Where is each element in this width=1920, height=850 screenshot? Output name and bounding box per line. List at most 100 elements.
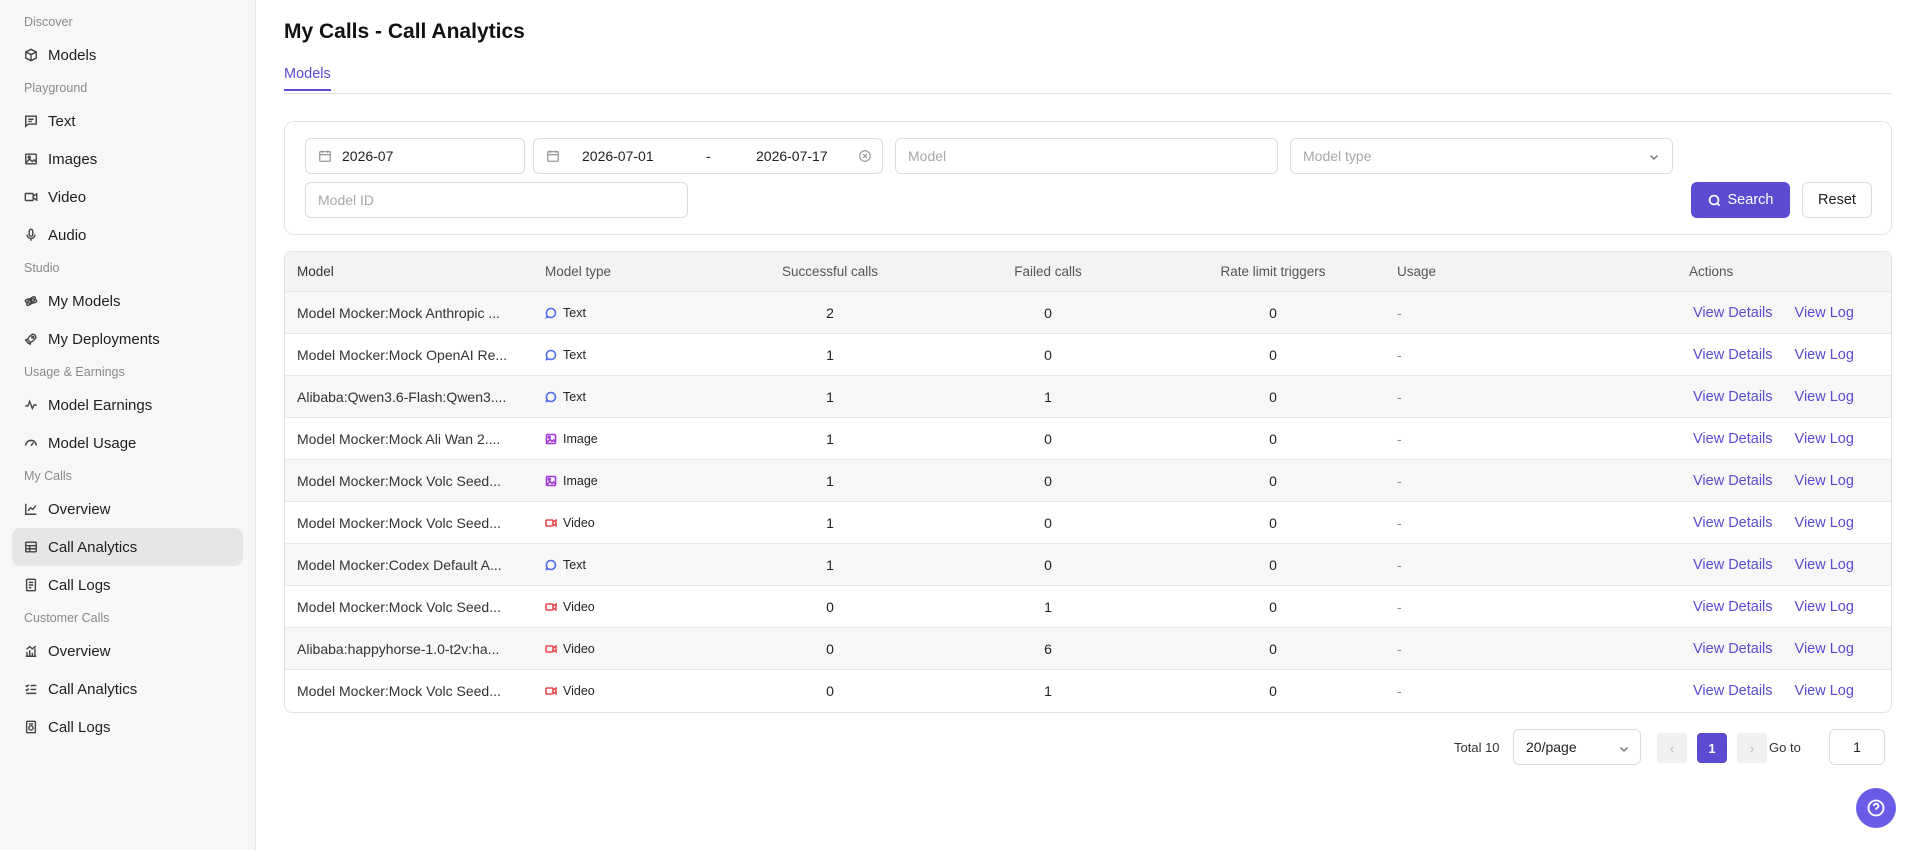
cell-rate-limit-triggers: 0: [1269, 430, 1277, 447]
table-row: Model Mocker:Mock Anthropic ... Text 2 0 0 - V…: [285, 292, 1891, 334]
date-separator: -: [706, 148, 711, 164]
cell-usage: -: [1397, 346, 1402, 363]
view-log-link[interactable]: View Log: [1795, 473, 1854, 489]
view-log-link[interactable]: View Log: [1795, 557, 1854, 573]
calendar-icon: [546, 149, 560, 163]
reset-button[interactable]: Reset: [1802, 182, 1872, 218]
sidebar-item-video[interactable]: Video: [12, 178, 243, 216]
cell-model: Model Mocker:Mock OpenAI Re...: [297, 346, 508, 363]
model-placeholder: Model: [908, 148, 947, 164]
video-icon: [24, 190, 38, 204]
cell-actions: View Details View Log: [1689, 515, 1891, 531]
model-type-label: Video: [563, 515, 595, 530]
page-size-select[interactable]: 20/page: [1513, 729, 1641, 765]
sidebar-item-label: My Models: [48, 292, 121, 310]
call-analytics-table: Model Model type Successful calls Failed…: [284, 251, 1892, 713]
sidebar-item-label: Overview: [48, 500, 111, 518]
cell-model-type: Text: [533, 390, 721, 404]
cell-successful-calls: 0: [826, 598, 834, 615]
cell-actions: View Details View Log: [1689, 473, 1891, 489]
sidebar-item-audio[interactable]: Audio: [12, 216, 243, 254]
sidebar-item-model-usage[interactable]: Model Usage: [12, 424, 243, 462]
table-row: Model Mocker:Mock Volc Seed... Video 0 1 0 - V…: [285, 670, 1891, 712]
view-log-link[interactable]: View Log: [1795, 599, 1854, 615]
sidebar-item-my-calls-call-logs[interactable]: Call Logs: [12, 566, 243, 604]
cell-failed-calls: 0: [1044, 346, 1052, 363]
view-details-link[interactable]: View Details: [1693, 389, 1773, 405]
view-details-link[interactable]: View Details: [1693, 557, 1773, 573]
view-details-link[interactable]: View Details: [1693, 305, 1773, 321]
view-details-link[interactable]: View Details: [1693, 683, 1773, 699]
sidebar-item-label: Call Analytics: [48, 538, 138, 556]
sidebar-item-customer-calls-call-analytics[interactable]: Call Analytics: [12, 670, 243, 708]
search-button-label: Search: [1727, 192, 1774, 208]
date-start[interactable]: 2026-07-01: [582, 148, 654, 164]
sidebar-item-my-calls-call-analytics[interactable]: Call Analytics: [12, 528, 243, 566]
video-icon: [545, 601, 557, 613]
model-type-label: Text: [563, 557, 586, 572]
view-log-link[interactable]: View Log: [1795, 641, 1854, 657]
sidebar-item-model-earnings[interactable]: Model Earnings: [12, 386, 243, 424]
view-details-link[interactable]: View Details: [1693, 431, 1773, 447]
tab-models[interactable]: Models: [284, 66, 331, 91]
month-picker[interactable]: 2026-07: [305, 138, 525, 174]
goto-page-input[interactable]: 1: [1829, 729, 1885, 765]
clear-circle-icon[interactable]: [858, 149, 872, 163]
view-details-link[interactable]: View Details: [1693, 473, 1773, 489]
date-range-picker[interactable]: 2026-07-01 - 2026-07-17: [533, 138, 883, 174]
cell-usage: -: [1397, 388, 1402, 405]
search-button[interactable]: Search: [1691, 182, 1790, 218]
table-body: Model Mocker:Mock Anthropic ... Text 2 0 0 - V…: [285, 292, 1891, 712]
cube-icon: [24, 48, 38, 62]
sidebar-item-my-deployments[interactable]: My Deployments: [12, 320, 243, 358]
cell-rate-limit-triggers: 0: [1269, 556, 1277, 573]
view-details-link[interactable]: View Details: [1693, 347, 1773, 363]
sidebar-item-label: Call Analytics: [48, 680, 138, 698]
sidebar-item-label: Call Logs: [48, 576, 111, 594]
model-id-input[interactable]: Model ID: [305, 182, 688, 218]
video-icon: [545, 517, 557, 529]
cell-rate-limit-triggers: 0: [1269, 472, 1277, 489]
sidebar-item-label: Model Usage: [48, 434, 137, 452]
model-type-select[interactable]: Model type: [1290, 138, 1673, 174]
view-log-link[interactable]: View Log: [1795, 515, 1854, 531]
view-details-link[interactable]: View Details: [1693, 599, 1773, 615]
view-log-link[interactable]: View Log: [1795, 431, 1854, 447]
sidebar-item-label: Video: [48, 188, 87, 206]
cell-model-type: Text: [533, 348, 721, 362]
message-circle-icon: [545, 307, 557, 319]
table-row: Model Mocker:Mock Ali Wan 2.... Image 1 0 0 -…: [285, 418, 1891, 460]
help-button[interactable]: [1856, 788, 1896, 828]
sidebar-item-label: Overview: [48, 642, 111, 660]
view-log-link[interactable]: View Log: [1795, 683, 1854, 699]
view-details-link[interactable]: View Details: [1693, 515, 1773, 531]
view-log-link[interactable]: View Log: [1795, 305, 1854, 321]
table-row: Alibaba:happyhorse-1.0-t2v:ha... Video 0 6 0…: [285, 628, 1891, 670]
log-ring-icon: [24, 720, 38, 734]
sidebar-item-my-models[interactable]: My Models: [12, 282, 243, 320]
line-chart-icon: [24, 502, 38, 516]
prev-page-button[interactable]: ‹: [1657, 733, 1687, 763]
col-failed-calls: Failed calls: [1014, 264, 1082, 279]
cell-failed-calls: 0: [1044, 304, 1052, 321]
date-end[interactable]: 2026-07-17: [756, 148, 828, 164]
table-row: Model Mocker:Mock Volc Seed... Video 1 0 0 - V…: [285, 502, 1891, 544]
sidebar-item-text[interactable]: Text: [12, 102, 243, 140]
sidebar-item-models[interactable]: Models: [12, 36, 243, 74]
sidebar-item-customer-calls-call-logs[interactable]: Call Logs: [12, 708, 243, 746]
view-details-link[interactable]: View Details: [1693, 641, 1773, 657]
cell-model-type: Video: [533, 684, 721, 698]
model-type-placeholder: Model type: [1303, 148, 1372, 164]
cell-actions: View Details View Log: [1689, 557, 1891, 573]
month-value: 2026-07: [342, 148, 394, 164]
page-button-current[interactable]: 1: [1697, 733, 1727, 763]
sidebar-item-customer-calls-overview[interactable]: Overview: [12, 632, 243, 670]
sidebar-item-my-calls-overview[interactable]: Overview: [12, 490, 243, 528]
view-log-link[interactable]: View Log: [1795, 389, 1854, 405]
view-log-link[interactable]: View Log: [1795, 347, 1854, 363]
cell-successful-calls: 2: [826, 304, 834, 321]
sidebar-item-images[interactable]: Images: [12, 140, 243, 178]
next-page-button[interactable]: ›: [1737, 733, 1767, 763]
model-input[interactable]: Model: [895, 138, 1278, 174]
cell-model-type: Image: [533, 432, 721, 446]
